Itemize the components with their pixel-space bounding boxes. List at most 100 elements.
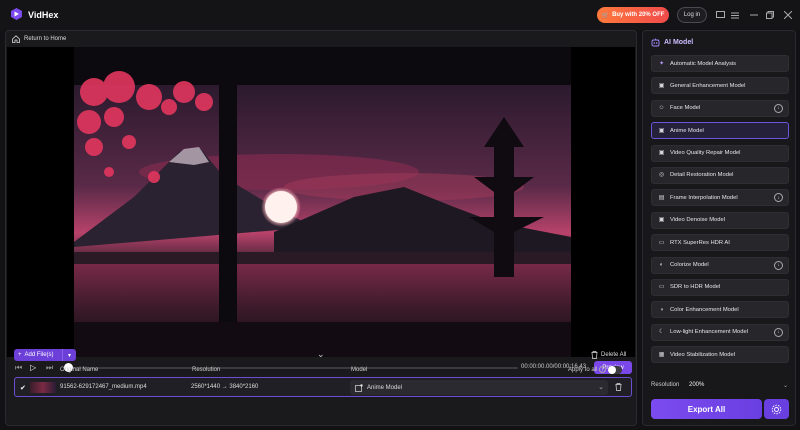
- collapse-list-icon[interactable]: ⌄: [317, 349, 325, 360]
- model-item[interactable]: ◐ Colorize Model ↓: [651, 256, 789, 274]
- model-item[interactable]: ◑ Color Enhancement Model: [651, 301, 789, 319]
- restore-icon: ◎: [658, 172, 665, 179]
- chevron-down-icon: ⌄: [598, 384, 604, 391]
- download-icon[interactable]: ↓: [774, 193, 783, 203]
- buy-discount-button[interactable]: 🛒 Buy with 20% OFF: [597, 7, 669, 23]
- download-icon[interactable]: ↓: [774, 260, 783, 270]
- model-item[interactable]: ✦ Automatic Model Analysis: [651, 55, 789, 72]
- model-item[interactable]: ▣ Anime Model: [651, 122, 789, 140]
- ai-robot-icon: [651, 38, 660, 47]
- download-icon[interactable]: ↓: [774, 327, 783, 337]
- add-files-button[interactable]: + Add File(s) ▾: [14, 349, 76, 361]
- ai-model-header: AI Model: [651, 38, 693, 47]
- resolution-value: 200%: [689, 382, 705, 388]
- vidhex-logo-icon: [11, 8, 22, 20]
- moon-icon: ☾: [658, 329, 665, 336]
- download-icon[interactable]: ↓: [774, 103, 783, 113]
- anime-icon: ▣: [658, 127, 665, 134]
- feedback-icon[interactable]: [714, 9, 726, 21]
- model-item-label: SDR to HDR Model: [670, 284, 721, 291]
- export-settings-button[interactable]: [764, 399, 789, 419]
- resolution-label: Resolution: [651, 382, 680, 388]
- trash-icon: [591, 351, 598, 359]
- info-icon[interactable]: i: [599, 366, 606, 373]
- resolution-select[interactable]: Resolution 200% ⌄: [651, 382, 789, 389]
- model-select-value: Anime Model: [367, 384, 403, 391]
- model-item[interactable]: ▭ SDR to HDR Model: [651, 278, 789, 296]
- export-all-button[interactable]: Export All: [651, 399, 762, 419]
- checkmark-icon[interactable]: ✔: [20, 384, 26, 392]
- table-row[interactable]: ✔ 91562-629172467_medium.mp4 2560*1440 →…: [14, 377, 632, 397]
- model-item-label: Detail Restoration Model: [670, 172, 734, 179]
- add-files-dropdown-icon[interactable]: ▾: [62, 349, 76, 361]
- sparkle-icon: ✦: [659, 60, 664, 67]
- model-item-label: Colorize Model: [670, 262, 709, 269]
- login-button[interactable]: Log in: [677, 7, 707, 23]
- col-model: Model: [351, 367, 368, 373]
- model-item-label: Video Denoise Model: [670, 217, 725, 224]
- model-item[interactable]: ▤ Frame Interpolation Model ↓: [651, 189, 789, 207]
- plus-icon: +: [18, 352, 22, 358]
- cart-icon: 🛒: [601, 12, 610, 19]
- minimize-icon[interactable]: [748, 9, 760, 21]
- face-icon: ☺: [658, 105, 665, 112]
- ai-model-panel: AI Model ✦ Automatic Model Analysis ▣ Gener…: [642, 30, 796, 426]
- video-thumbnail: [30, 382, 56, 393]
- delete-row-icon[interactable]: [615, 383, 622, 391]
- model-item[interactable]: ☾ Low-light Enhancement Model ↓: [651, 323, 789, 341]
- return-to-home-link[interactable]: Return to Home: [6, 31, 636, 46]
- model-item-label: RTX SuperRes HDR AI: [670, 239, 730, 246]
- model-item-label: General Enhancement Model: [670, 82, 746, 89]
- model-item[interactable]: ▭ RTX SuperRes HDR AI: [651, 234, 789, 252]
- anime-icon: [355, 383, 363, 392]
- restore-icon[interactable]: [764, 9, 776, 21]
- model-item[interactable]: ◎ Detail Restoration Model: [651, 166, 789, 184]
- model-item-label: Video Stabilization Model: [670, 351, 735, 358]
- model-item[interactable]: ☺ Face Model ↓: [651, 99, 789, 117]
- delete-all-label: Delete All: [601, 352, 627, 358]
- model-item-label: Color Enhancement Model: [670, 306, 739, 313]
- model-item-label: Low-light Enhancement Model: [670, 329, 748, 336]
- model-item-label: Frame Interpolation Model: [670, 194, 738, 201]
- model-list: ✦ Automatic Model Analysis ▣ General Enhanc…: [651, 55, 789, 368]
- model-item[interactable]: ▣ Video Quality Repair Model: [651, 144, 789, 162]
- file-name: 91562-629172467_medium.mp4: [60, 384, 147, 390]
- delete-all-button[interactable]: Delete All: [591, 351, 626, 359]
- rtx-icon: ▭: [658, 239, 665, 246]
- apply-to-all-label: Apply to all: [568, 367, 598, 373]
- return-label: Return to Home: [24, 35, 67, 42]
- col-resolution: Resolution: [192, 367, 221, 373]
- home-icon: [12, 34, 20, 43]
- model-item-label: Anime Model: [670, 127, 704, 134]
- model-item[interactable]: ▣ General Enhancement Model: [651, 77, 789, 95]
- model-select[interactable]: Anime Model ⌄: [350, 380, 608, 395]
- color-icon: ◑: [659, 306, 664, 313]
- file-resolution: 2560*1440 → 3840*2160: [191, 384, 259, 390]
- file-table-header: Original Name Resolution Model Apply to …: [5, 364, 635, 376]
- buy-label: Buy with 20% OFF: [612, 12, 665, 18]
- app-name: VidHex: [28, 10, 59, 20]
- video-frame-image: [74, 47, 571, 357]
- ai-model-title: AI Model: [664, 39, 694, 46]
- repair-icon: ▣: [658, 150, 665, 157]
- hdr-icon: ▭: [658, 284, 665, 291]
- apply-to-all-toggle[interactable]: [608, 366, 622, 374]
- denoise-icon: ▣: [658, 217, 665, 224]
- image-icon: ▣: [658, 82, 665, 89]
- video-preview: [7, 47, 635, 357]
- chevron-down-icon: ⌄: [783, 383, 789, 389]
- stabilize-icon: ▦: [658, 351, 665, 358]
- menu-icon[interactable]: [729, 9, 741, 21]
- title-bar: VidHex 🛒 Buy with 20% OFF Log in: [0, 0, 800, 30]
- model-item-label: Face Model: [670, 105, 701, 112]
- col-original-name: Original Name: [60, 367, 99, 373]
- frames-icon: ▤: [658, 194, 665, 201]
- gear-icon: [771, 404, 782, 414]
- model-item[interactable]: ▦ Video Stabilization Model: [651, 346, 789, 364]
- palette-icon: ◐: [659, 262, 664, 269]
- close-icon[interactable]: [782, 9, 794, 21]
- model-item-label: Automatic Model Analysis: [670, 60, 737, 67]
- add-files-label: Add File(s): [24, 352, 54, 358]
- model-item-label: Video Quality Repair Model: [670, 150, 741, 157]
- model-item[interactable]: ▣ Video Denoise Model: [651, 211, 789, 229]
